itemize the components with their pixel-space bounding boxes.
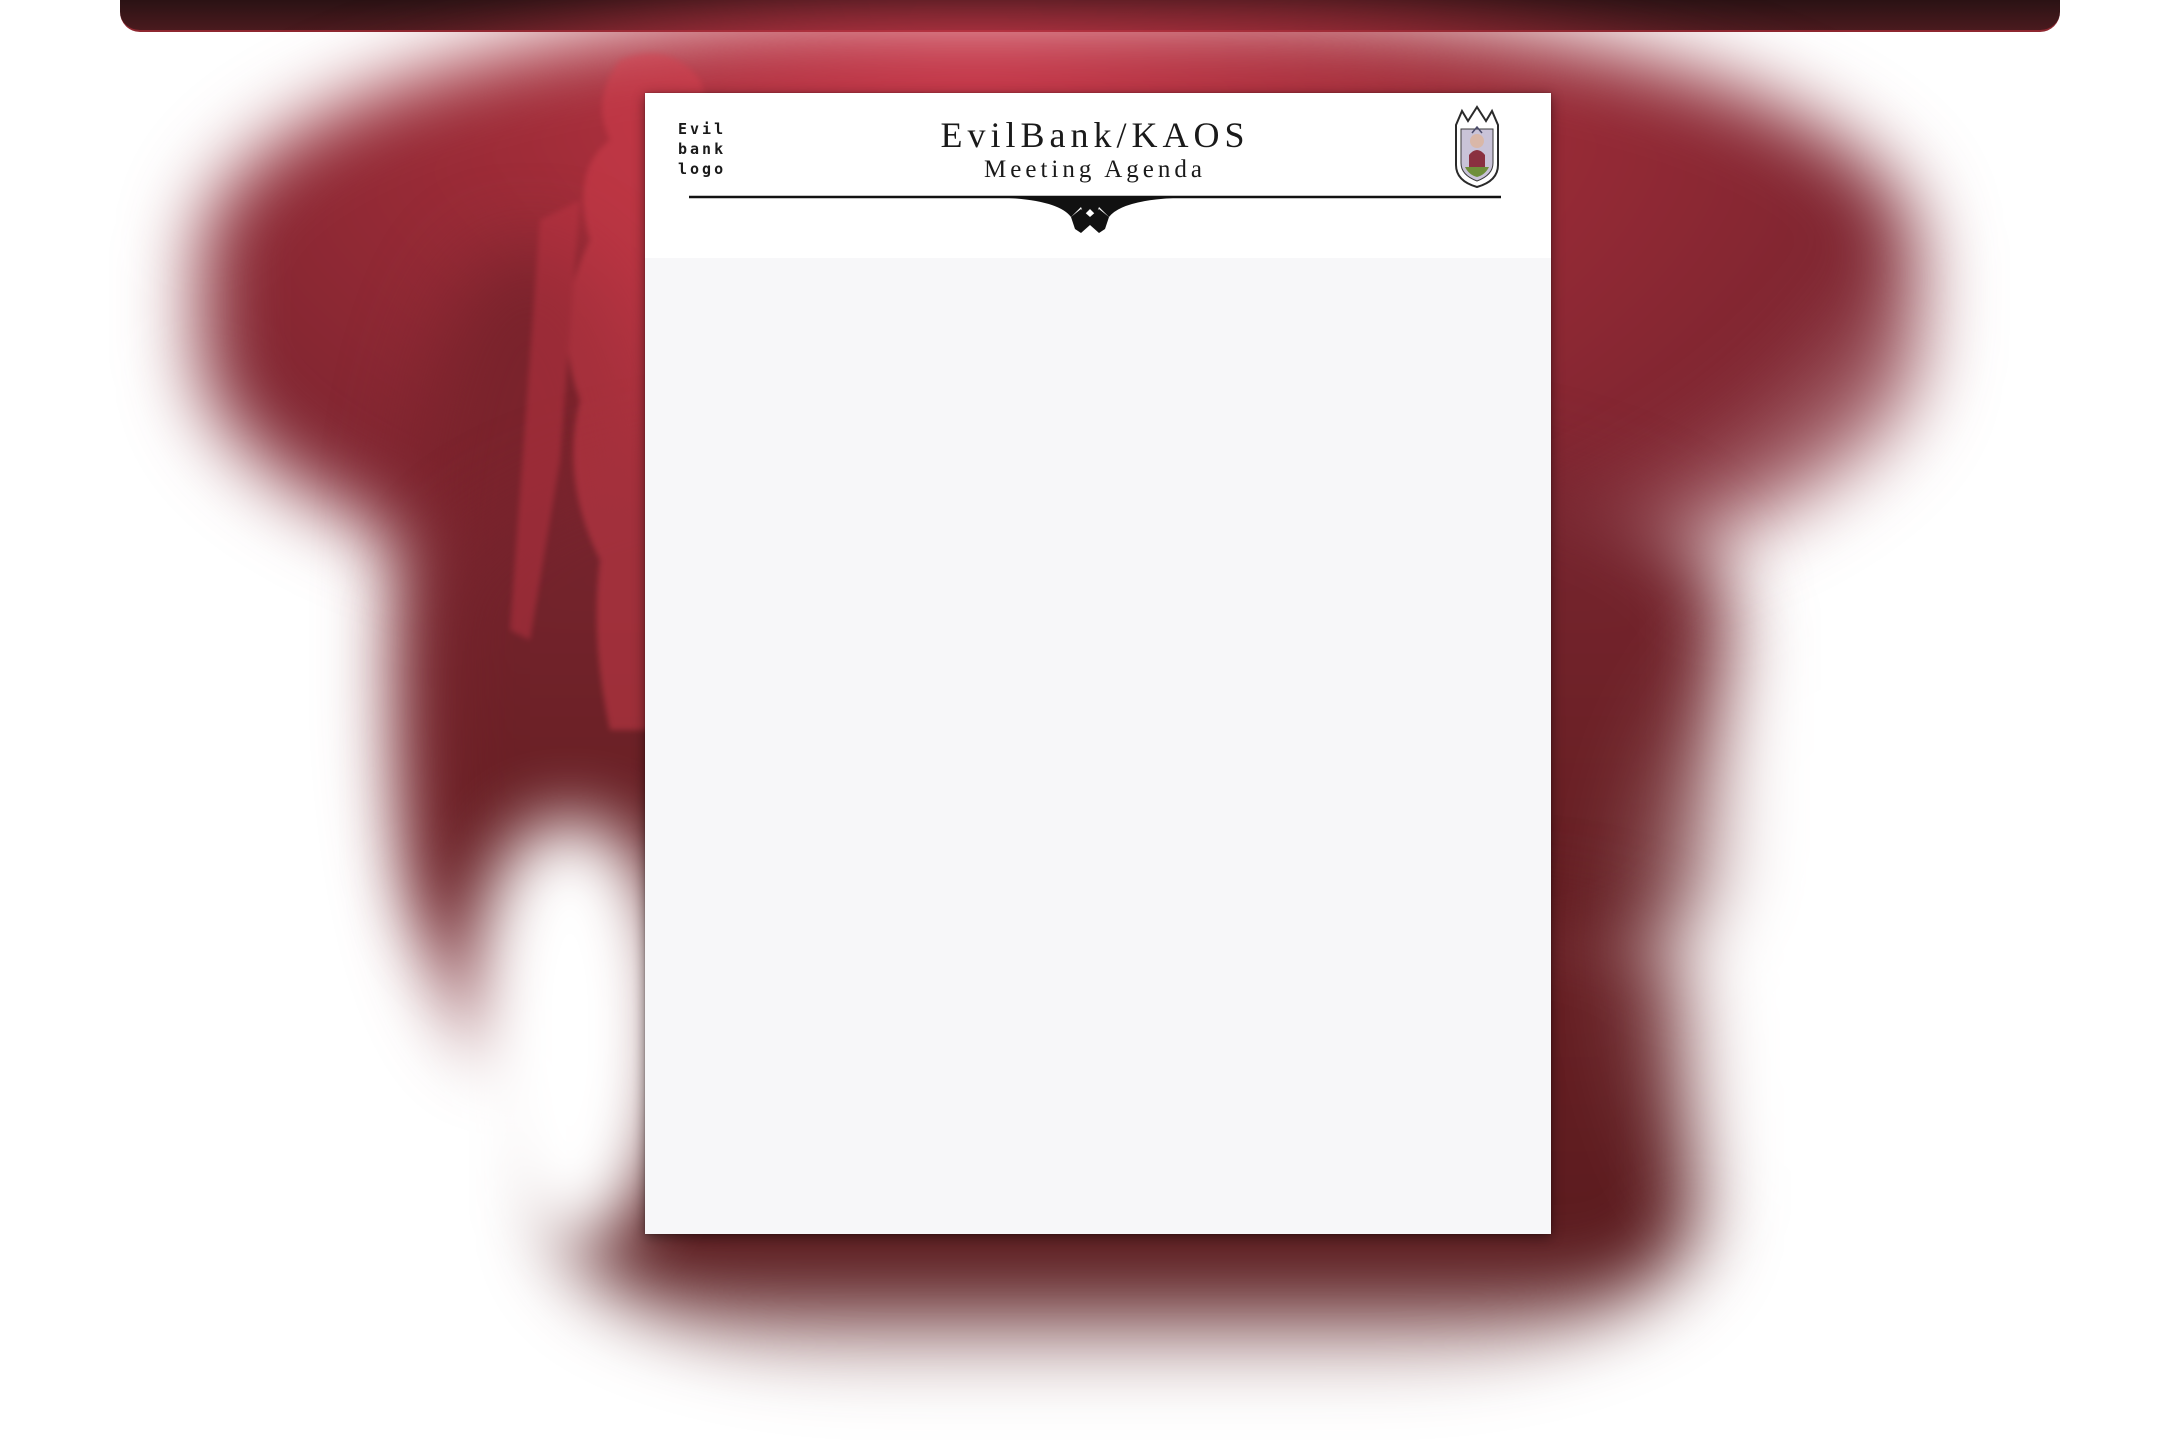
scene-background: Evil bank logo EvilBank/KAOS Meeting Age… (0, 0, 2160, 1440)
shield-crest-icon (1455, 105, 1499, 189)
letterhead-title-block: EvilBank/KAOS Meeting Agenda (795, 115, 1395, 185)
background-fade-left (470, 820, 670, 1240)
letterhead-body (645, 258, 1551, 1234)
document-title: EvilBank/KAOS (940, 115, 1250, 155)
letterhead-header: Evil bank logo EvilBank/KAOS Meeting Age… (645, 93, 1551, 258)
header-divider-bat-icon (689, 195, 1501, 233)
letterhead-page: Evil bank logo EvilBank/KAOS Meeting Age… (645, 93, 1551, 1234)
background-fade-right (1680, 640, 2100, 1240)
logo-placeholder-text: Evil bank logo (678, 120, 727, 178)
document-subtitle: Meeting Agenda (984, 156, 1206, 183)
